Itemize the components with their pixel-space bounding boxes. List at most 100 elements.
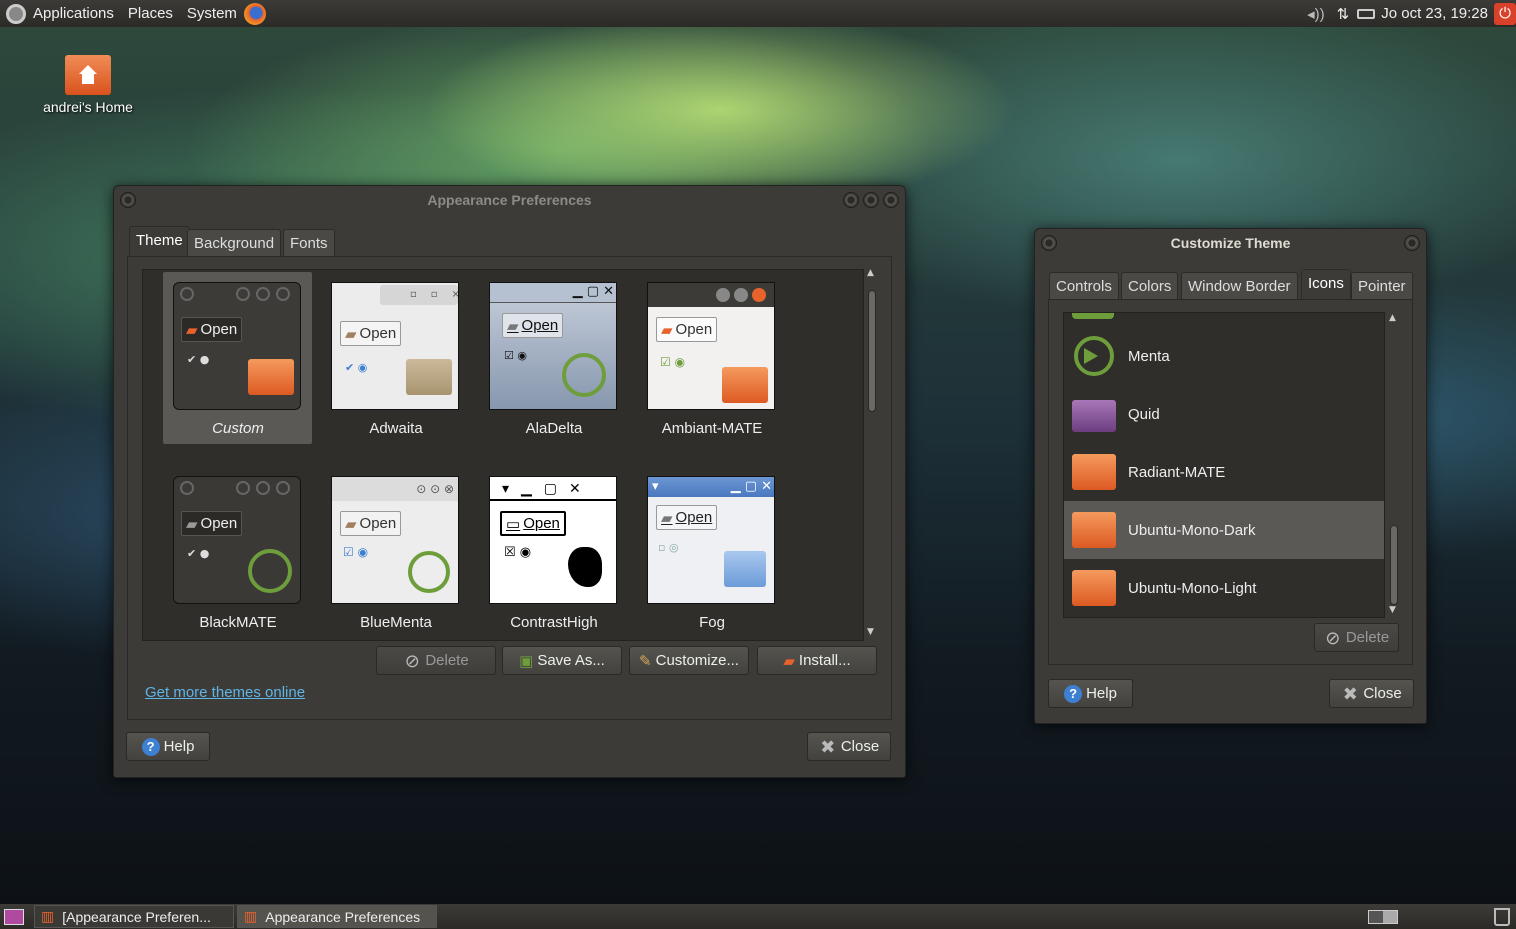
brush-icon: ✎ [639, 652, 652, 670]
theme-grid: ▰Open ✔ ● Custom ▫▫× ▰Open ✔ ◉ Adwaita ▁… [142, 269, 864, 641]
tab-controls[interactable]: Controls [1049, 272, 1119, 300]
package-icon: ▰ [783, 652, 795, 670]
close-window-button[interactable] [1404, 235, 1420, 251]
tab-icons[interactable]: Icons [1301, 269, 1351, 300]
appearance-window: Appearance Preferences Theme Background … [113, 185, 906, 778]
close-button[interactable]: ✖ Close [807, 732, 891, 761]
bottom-panel: ▥ [Appearance Preferen... ▥ Appearance Pre… [0, 904, 1516, 929]
applications-menu[interactable]: Applications [26, 0, 121, 27]
menta-logo-icon [408, 551, 450, 593]
theme-thumb-aladelta[interactable]: ▁ ▢ ✕ ▰ Open ☑ ◉ [489, 282, 617, 410]
places-menu[interactable]: Places [121, 0, 180, 27]
preview-open-button: ▰ Open [656, 505, 718, 530]
help-button[interactable]: ? Help [1048, 679, 1133, 708]
close-button[interactable]: ✖ Close [1329, 679, 1414, 708]
network-icon[interactable]: ⇅ [1337, 5, 1350, 23]
ubuntu-mono-light-folder-icon [1070, 568, 1118, 608]
top-panel: Applications Places System ◂)) ⇅ Jo oct … [0, 0, 1516, 27]
home-folder-icon-image [65, 55, 111, 95]
home-folder-icon[interactable]: andrei's Home [38, 55, 138, 115]
preview-open-button: ▰ Open [502, 313, 564, 338]
delete-icon-theme-button[interactable]: ⊘ Delete [1314, 623, 1399, 652]
menta-logo-icon [248, 549, 292, 593]
menta-logo-icon [562, 353, 606, 397]
folder-icon [406, 359, 452, 395]
theme-label-bluementa: BlueMenta [360, 614, 432, 631]
clock[interactable]: Jo oct 23, 19:28 [1381, 5, 1488, 22]
show-desktop-icon[interactable] [4, 908, 24, 925]
preview-open-button: ▰ Open [181, 511, 243, 536]
preview-open-button: ▭ Open [500, 511, 566, 536]
close-window-button[interactable] [883, 192, 899, 208]
battery-icon[interactable] [1357, 8, 1376, 19]
theme-grid-scrollbar[interactable] [868, 290, 876, 412]
volume-icon[interactable]: ◂)) [1307, 5, 1325, 23]
icon-theme-row-radiant-mate[interactable]: Radiant-MATE [1064, 443, 1384, 501]
theme-thumb-ambiant-mate[interactable]: ▰ Open ☑ ◉ [647, 282, 775, 410]
firefox-icon[interactable] [243, 2, 266, 25]
ubuntu-mono-dark-folder-icon [1070, 510, 1118, 550]
icon-theme-row-ubuntu-mono-dark[interactable]: Ubuntu-Mono-Dark [1064, 501, 1384, 559]
scroll-down-arrow[interactable]: ▼ [867, 627, 874, 637]
radiant-folder-icon [1070, 452, 1118, 492]
install-button[interactable]: ▰ Install... [757, 646, 877, 675]
tab-window-border[interactable]: Window Border [1181, 272, 1298, 300]
help-icon: ? [141, 737, 160, 756]
theme-thumb-blackmate[interactable]: ▰ Open ✔ ● [173, 476, 301, 604]
folder-icon [722, 367, 768, 403]
delete-theme-button[interactable]: ⊘ Delete [376, 646, 496, 675]
appearance-titlebar[interactable]: Appearance Preferences [114, 186, 905, 214]
customize-window: Customize Theme Controls Colors Window B… [1034, 228, 1427, 724]
appearance-title: Appearance Preferences [427, 192, 592, 208]
minimize-button[interactable] [843, 192, 859, 208]
folder-icon [248, 359, 294, 395]
tab-background[interactable]: Background [187, 229, 282, 257]
preview-open-button: ▰ Open [656, 317, 718, 342]
taskbar-item-1[interactable]: ▥ [Appearance Preferen... [34, 905, 234, 928]
system-menu[interactable]: System [180, 0, 244, 27]
home-folder-label: andrei's Home [43, 99, 133, 115]
tab-pointer[interactable]: Pointer [1351, 272, 1413, 300]
close-icon: ✖ [1342, 683, 1358, 704]
window-icon: ▥ [244, 908, 258, 924]
theme-label-contrasthigh: ContrastHigh [510, 614, 598, 631]
preview-open-button: ▰ Open [340, 321, 402, 346]
theme-label-blackmate: BlackMATE [199, 614, 277, 631]
scroll-up-arrow[interactable]: ▲ [867, 268, 874, 278]
more-themes-link[interactable]: Get more themes online [145, 684, 305, 701]
theme-thumb-contrasthigh[interactable]: ▾▁▢✕ ▭ Open ☒ ◉ [489, 476, 617, 604]
power-icon[interactable]: ⏻ [1494, 2, 1516, 25]
theme-thumb-adwaita[interactable]: ▫▫× ▰Open ✔ ◉ [331, 282, 459, 410]
ubuntu-logo-icon[interactable] [6, 3, 26, 24]
window-menu-button[interactable] [1041, 235, 1057, 251]
tab-theme[interactable]: Theme [129, 226, 190, 257]
taskbar-item-2[interactable]: ▥ Appearance Preferences [237, 905, 437, 928]
icon-list-scrollbar[interactable] [1390, 525, 1398, 605]
help-button[interactable]: ? Help [126, 732, 210, 761]
preview-open-button: ▰ Open [340, 511, 402, 536]
tab-fonts[interactable]: Fonts [283, 229, 335, 257]
workspace-switcher[interactable] [1368, 909, 1398, 924]
icon-theme-row-menta[interactable]: Menta [1064, 327, 1384, 385]
theme-label-ambiant-mate: Ambiant-MATE [661, 420, 763, 437]
icon-theme-row-ubuntu-mono-light[interactable]: Ubuntu-Mono-Light [1064, 559, 1384, 617]
help-icon: ? [1064, 684, 1083, 703]
save-icon: ▣ [519, 652, 534, 670]
save-as-button[interactable]: ▣ Save As... [502, 646, 622, 675]
theme-label-custom: Custom [212, 420, 264, 437]
customize-titlebar[interactable]: Customize Theme [1035, 229, 1426, 257]
trash-icon[interactable] [1494, 907, 1510, 926]
scroll-up-arrow[interactable]: ▲ [1389, 313, 1396, 323]
theme-thumb-custom[interactable]: ▰ Open ✔ ● [173, 282, 301, 410]
theme-thumb-bluementa[interactable]: ⊙ ⊙ ⊗ ▰ Open ☑ ◉ [331, 476, 459, 604]
menta-icon [1070, 336, 1118, 376]
theme-thumb-fog[interactable]: ▾ ▁ ▢ ✕ ▰ Open ▫ ◎ [647, 476, 775, 604]
tab-colors[interactable]: Colors [1121, 272, 1179, 300]
close-icon: ✖ [820, 736, 836, 757]
maximize-button[interactable] [863, 192, 879, 208]
window-menu-button[interactable] [120, 192, 136, 208]
customize-button[interactable]: ✎ Customize... [629, 646, 749, 675]
customize-title: Customize Theme [1170, 235, 1291, 251]
scroll-down-arrow[interactable]: ▼ [1389, 605, 1396, 615]
icon-theme-row-quid[interactable]: Quid [1064, 385, 1384, 443]
